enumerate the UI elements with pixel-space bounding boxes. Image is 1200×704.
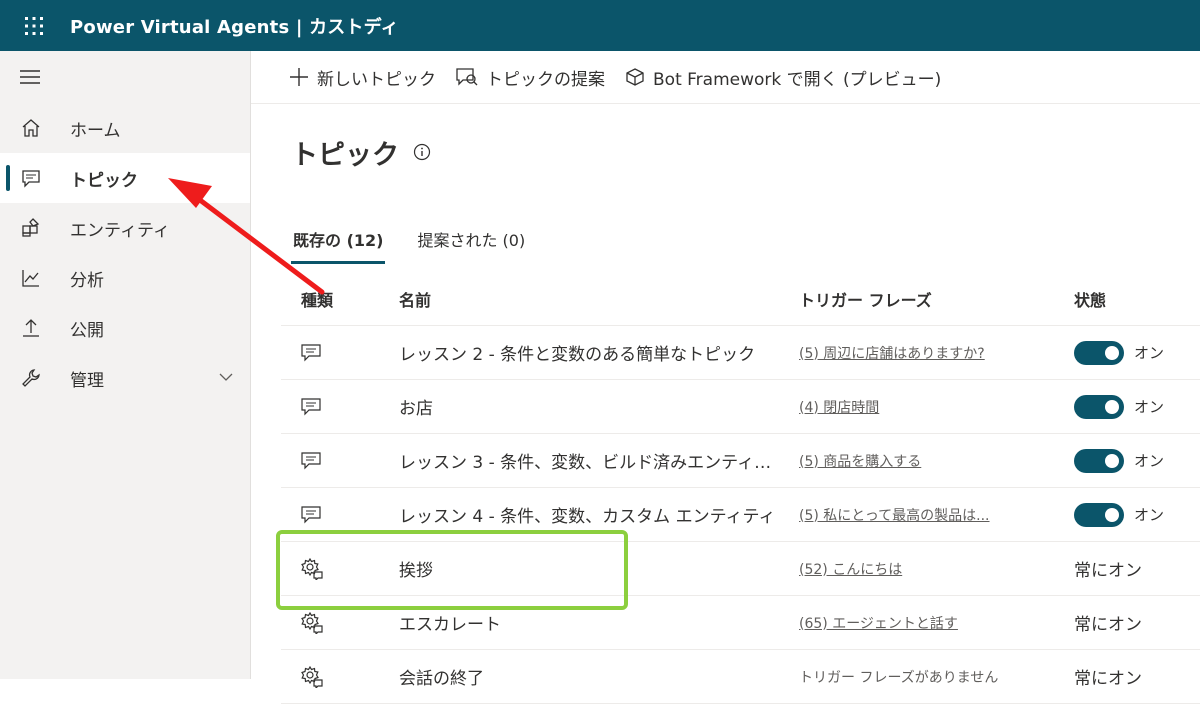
- status-text: オン: [1134, 398, 1165, 416]
- trigger-phrases-link[interactable]: (5) 私にとって最高の製品は...: [799, 505, 1074, 525]
- table-row[interactable]: お店 (4) 閉店時間 オン: [281, 380, 1200, 434]
- command-bar: 新しいトピック トピックの提案 Bot Framework で開く (プレビュー…: [251, 51, 1200, 104]
- sidebar-item-label: ホーム: [70, 120, 121, 141]
- sidebar-item-label: トピック: [70, 170, 138, 191]
- chat-icon: [281, 505, 399, 524]
- home-icon: [20, 117, 42, 139]
- suggest-topics-button[interactable]: トピックの提案: [456, 65, 605, 90]
- topic-name[interactable]: レッスン 3 - 条件、変数、ビルド済みエンティティ: [399, 448, 799, 473]
- trigger-phrases-link[interactable]: (52) こんにちは: [799, 559, 1074, 579]
- sidebar-item-label: 管理: [70, 370, 104, 391]
- topic-name[interactable]: レッスン 4 - 条件、変数、カスタム エンティティ: [399, 502, 799, 527]
- topic-name[interactable]: 会話の終了: [399, 664, 799, 689]
- status-toggle[interactable]: [1074, 502, 1124, 527]
- trigger-phrases-link[interactable]: (65) エージェントと話す: [799, 613, 1074, 633]
- chat-icon: [20, 167, 42, 189]
- plus-icon: [290, 68, 308, 86]
- status-toggle[interactable]: [1074, 394, 1124, 419]
- status-text: オン: [1134, 452, 1165, 470]
- info-icon[interactable]: [413, 137, 431, 168]
- trigger-phrases-link[interactable]: (4) 閉店時間: [799, 397, 1074, 417]
- app-launcher-icon[interactable]: [14, 6, 54, 46]
- sidebar-item-publish[interactable]: 公開: [0, 303, 250, 353]
- highlight-box: [276, 530, 628, 610]
- sidebar-item-topics[interactable]: トピック: [0, 153, 250, 203]
- topic-tabs: 既存の (12) 提案された (0): [291, 221, 557, 264]
- app-title: Power Virtual Agents | カストディ: [70, 16, 399, 38]
- sidebar-item-label: エンティティ: [70, 220, 170, 241]
- wrench-icon: [20, 367, 42, 389]
- status-text: オン: [1134, 344, 1165, 362]
- suggest-icon: [456, 68, 478, 86]
- hamburger-menu-icon[interactable]: [0, 51, 250, 103]
- page-title: トピック: [291, 133, 431, 172]
- trigger-phrases-link[interactable]: (5) 商品を購入する: [799, 451, 1074, 471]
- table-header: 種類 名前 トリガー フレーズ 状態: [281, 273, 1200, 326]
- status-text: 常にオン: [1074, 615, 1142, 635]
- column-header-type[interactable]: 種類: [281, 287, 399, 311]
- topics-table: 種類 名前 トリガー フレーズ 状態 レッスン 2 - 条件と変数のある簡単なト…: [281, 273, 1200, 704]
- table-row[interactable]: 会話の終了 トリガー フレーズがありません 常にオン: [281, 650, 1200, 704]
- sidebar-item-manage[interactable]: 管理: [0, 353, 250, 403]
- sidebar-item-label: 分析: [70, 270, 104, 291]
- new-topic-button[interactable]: 新しいトピック: [289, 65, 436, 90]
- topic-name[interactable]: レッスン 2 - 条件と変数のある簡単なトピック: [399, 340, 799, 365]
- open-bot-framework-button[interactable]: Bot Framework で開く (プレビュー): [625, 65, 941, 90]
- sidebar-item-label: 公開: [70, 320, 104, 341]
- tab-suggested[interactable]: 提案された (0): [415, 221, 527, 264]
- suggest-topics-label: トピックの提案: [486, 69, 605, 90]
- status-text: 常にオン: [1074, 561, 1142, 581]
- trigger-phrases-link[interactable]: (5) 周辺に店舗はありますか?: [799, 343, 1074, 363]
- sidebar: ホーム トピック エンティティ 分析 公開 管理: [0, 51, 251, 679]
- table-row[interactable]: レッスン 2 - 条件と変数のある簡単なトピック (5) 周辺に店舗はありますか…: [281, 326, 1200, 380]
- chat-icon: [281, 397, 399, 416]
- open-bot-framework-label: Bot Framework で開く (プレビュー): [653, 69, 942, 90]
- status-toggle[interactable]: [1074, 448, 1124, 473]
- table-row[interactable]: レッスン 3 - 条件、変数、ビルド済みエンティティ (5) 商品を購入する オ…: [281, 434, 1200, 488]
- new-topic-label: 新しいトピック: [317, 69, 436, 90]
- sidebar-item-home[interactable]: ホーム: [0, 103, 250, 153]
- status-text: オン: [1134, 506, 1165, 524]
- cube-icon: [626, 68, 644, 86]
- tab-existing[interactable]: 既存の (12): [291, 221, 386, 264]
- column-header-name[interactable]: 名前: [399, 287, 799, 311]
- chevron-down-icon[interactable]: [218, 369, 234, 390]
- chat-icon: [281, 451, 399, 470]
- column-header-trigger[interactable]: トリガー フレーズ: [799, 287, 1074, 311]
- column-header-status[interactable]: 状態: [1074, 287, 1200, 311]
- page-title-text: トピック: [291, 140, 399, 171]
- topic-name[interactable]: エスカレート: [399, 610, 799, 635]
- topic-name[interactable]: お店: [399, 394, 799, 419]
- system-topic-gear-icon: [281, 665, 399, 688]
- top-bar: Power Virtual Agents | カストディ: [0, 0, 1200, 51]
- sidebar-item-analytics[interactable]: 分析: [0, 253, 250, 303]
- chat-icon: [281, 343, 399, 362]
- system-topic-gear-icon: [281, 611, 399, 634]
- sidebar-item-entities[interactable]: エンティティ: [0, 203, 250, 253]
- upload-icon: [20, 317, 42, 339]
- entity-icon: [20, 217, 42, 239]
- trigger-phrases-text: トリガー フレーズがありません: [799, 669, 999, 686]
- status-toggle[interactable]: [1074, 340, 1124, 365]
- chart-icon: [20, 267, 42, 289]
- status-text: 常にオン: [1074, 669, 1142, 689]
